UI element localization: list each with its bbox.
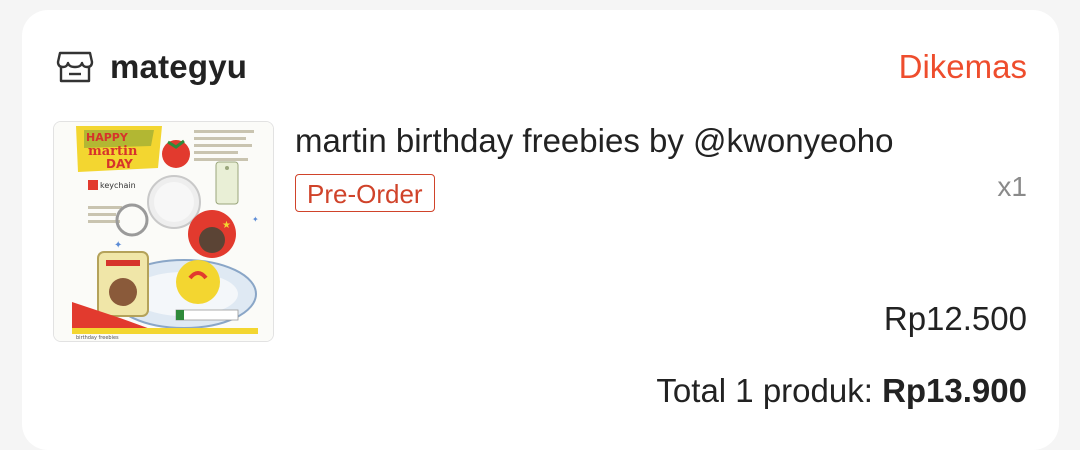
image-headline-1: HAPPY <box>86 131 129 144</box>
order-total: Total 1 produk: Rp13.900 <box>656 372 1027 410</box>
shop-header[interactable]: mategyu Dikemas <box>56 42 1027 92</box>
svg-text:✦: ✦ <box>252 215 259 224</box>
svg-text:✦: ✦ <box>114 240 122 251</box>
order-total-label: Total 1 produk: <box>656 372 883 409</box>
image-footer: birthday freebies <box>76 335 119 341</box>
svg-text:★: ★ <box>222 220 231 231</box>
product-image: HAPPY martin DAY keychain ★ birthday fre… <box>54 122 273 341</box>
shop-name[interactable]: mategyu <box>110 48 247 86</box>
image-headline-3: DAY <box>106 157 133 171</box>
order-status: Dikemas <box>898 48 1027 85</box>
product-thumbnail[interactable]: HAPPY martin DAY keychain ★ birthday fre… <box>53 121 274 342</box>
order-card[interactable]: mategyu Dikemas HAPPY martin DAY keychai… <box>22 10 1059 450</box>
order-total-amount: Rp13.900 <box>882 372 1027 409</box>
store-icon <box>56 50 94 84</box>
preorder-badge: Pre-Order <box>295 174 435 212</box>
product-price: Rp12.500 <box>883 300 1027 337</box>
image-tag: keychain <box>100 181 136 190</box>
product-title[interactable]: martin birthday freebies by @kwonyeoho <box>295 122 893 160</box>
product-quantity: x1 <box>997 171 1027 202</box>
